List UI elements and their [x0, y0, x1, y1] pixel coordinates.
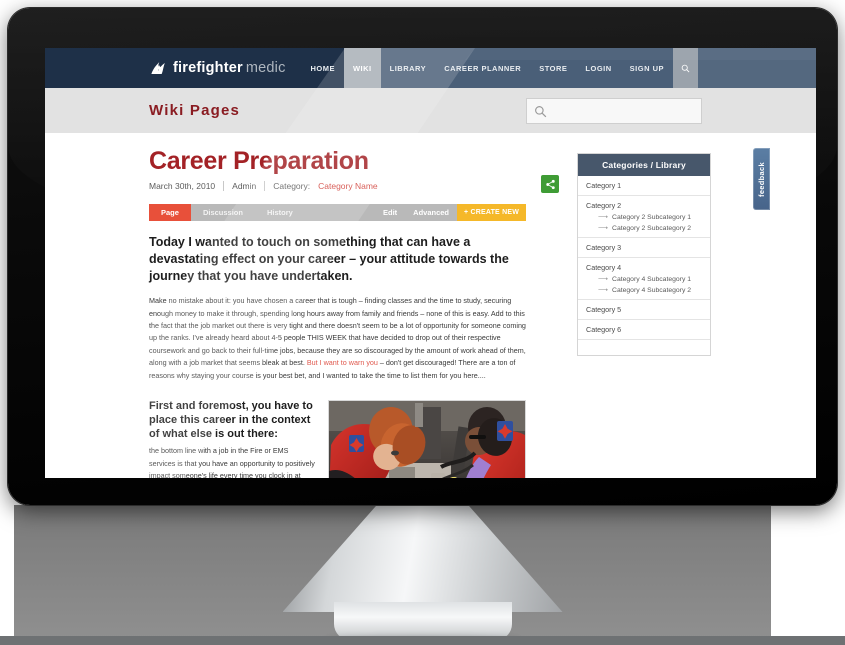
feedback-tab[interactable]: feedback: [753, 148, 770, 210]
tab-discussion[interactable]: Discussion: [191, 204, 255, 221]
article-lower-section: First and foremost, you have to place th…: [149, 399, 526, 478]
sidebar-subitem-label: Category 4 Subcategory 1: [612, 275, 692, 283]
article-lower-text: First and foremost, you have to place th…: [149, 400, 316, 478]
arrow-right-icon: ⟶: [598, 214, 609, 221]
sidebar-category-label: Category 3: [586, 243, 622, 252]
article: Career Preparation March 30th, 2010 Admi…: [149, 147, 559, 478]
nav-trailing-area: [698, 48, 816, 88]
categories-sidebar: Categories / Library Category 1 Category…: [577, 153, 711, 356]
sidebar-subitem[interactable]: ⟶ Category 2 Subcategory 2: [586, 221, 702, 233]
edit-button[interactable]: Edit: [375, 204, 405, 221]
article-meta: March 30th, 2010 Admin Category: Categor…: [149, 181, 526, 191]
tab-history[interactable]: History: [255, 204, 305, 221]
sidebar-category-label: Category 2: [586, 201, 622, 210]
section-body: the bottom line with a job in the Fire o…: [149, 446, 315, 478]
sidebar-category-label: Category 4: [586, 263, 622, 272]
monitor-stand-foot: [333, 602, 512, 640]
share-button[interactable]: [541, 175, 559, 193]
article-lede: Today I wanted to touch on something tha…: [149, 235, 509, 283]
create-new-button[interactable]: + CREATE NEW: [457, 204, 526, 221]
nav-item-library[interactable]: LIBRARY: [380, 48, 436, 88]
ems-responders-photo: [329, 400, 525, 478]
tab-page[interactable]: Page: [149, 204, 191, 221]
article-paragraph-1: Make no mistake about it: you have chose…: [149, 295, 526, 382]
sidebar-subitem[interactable]: ⟶ Category 4 Subcategory 2: [586, 283, 702, 295]
article-title: Career Preparation: [149, 147, 369, 175]
page-subheader: Wiki Pages: [45, 88, 816, 133]
screen-viewport: firefighter medic HOME WIKI LIBRARY CAREE…: [45, 48, 816, 478]
sidebar-heading: Categories / Library: [578, 154, 710, 176]
sidebar-subitem-label: Category 4 Subcategory 2: [612, 286, 692, 294]
sidebar-item-category-3[interactable]: Category 3: [578, 238, 710, 258]
search-icon: [535, 105, 547, 117]
sidebar-item-category-4[interactable]: Category 4 ⟶ Category 4 Subcategory 1 ⟶ …: [578, 258, 710, 300]
sidebar-item-category-6[interactable]: Category 6: [578, 320, 710, 340]
magnifier-icon: [681, 64, 690, 72]
sidebar-category-label: Category 6: [586, 325, 622, 334]
flame-maltese-cross-icon: [151, 61, 165, 74]
logo-word-medic: medic: [245, 59, 286, 76]
sidebar-subitem[interactable]: ⟶ Category 4 Subcategory 1: [586, 272, 702, 284]
site-header: firefighter medic HOME WIKI LIBRARY CAREE…: [45, 48, 816, 88]
sidebar-subitem[interactable]: ⟶ Category 2 Subcategory 1: [586, 210, 702, 222]
article-date: March 30th, 2010: [149, 181, 216, 191]
arrow-right-icon: ⟶: [598, 225, 609, 232]
nav-item-career-planner[interactable]: CAREER PLANNER: [435, 48, 531, 88]
sidebar-item-category-2[interactable]: Category 2 ⟶ Category 2 Subcategory 1 ⟶ …: [578, 196, 710, 238]
article-category-label: Category:: [264, 181, 318, 191]
monitor-bezel: firefighter medic HOME WIKI LIBRARY CAREE…: [8, 8, 837, 505]
sidebar-category-label: Category 1: [586, 181, 622, 190]
main-navigation: HOME WIKI LIBRARY CAREER PLANNER STORE L…: [301, 48, 816, 88]
page-title: Wiki Pages: [149, 102, 241, 119]
sidebar-footer-row: [578, 340, 710, 355]
paragraph-1-warning-link[interactable]: But I want to warn you: [307, 358, 378, 367]
page-body: Career Preparation March 30th, 2010 Admi…: [45, 133, 816, 478]
section-heading: First and foremost, you have to place th…: [149, 399, 313, 440]
paragraph-1-part-a: Make no mistake about it: you have chose…: [149, 296, 526, 368]
share-nodes-icon: [545, 179, 555, 189]
site-logo[interactable]: firefighter medic: [45, 48, 286, 88]
monitor-mockup: firefighter medic HOME WIKI LIBRARY CAREE…: [0, 0, 845, 645]
article-photo: [328, 399, 526, 478]
sidebar-item-category-1[interactable]: Category 1: [578, 176, 710, 196]
arrow-right-icon: ⟶: [598, 287, 609, 294]
nav-search-button[interactable]: [673, 48, 698, 88]
nav-item-wiki[interactable]: WIKI: [343, 48, 381, 88]
article-category-link[interactable]: Category Name: [318, 181, 378, 191]
desk-surface-line: [0, 636, 845, 645]
search-input[interactable]: [547, 98, 701, 124]
tabbar-spacer: [305, 204, 375, 221]
logo-word-firefighter: firefighter: [173, 59, 243, 76]
logo-wordmark: firefighter medic: [173, 61, 286, 76]
sidebar-subitem-label: Category 2 Subcategory 1: [612, 213, 692, 221]
nav-item-login[interactable]: LOGIN: [576, 48, 621, 88]
advanced-button[interactable]: Advanced: [405, 204, 457, 221]
sidebar-item-category-5[interactable]: Category 5: [578, 300, 710, 320]
article-author: Admin: [223, 181, 264, 191]
nav-item-home[interactable]: HOME: [301, 48, 344, 88]
nav-item-signup[interactable]: SIGN UP: [620, 48, 673, 88]
sidebar-subitem-label: Category 2 Subcategory 2: [612, 224, 692, 232]
feedback-label: feedback: [757, 161, 767, 197]
article-tabbar: Page Discussion History Edit Advanced + …: [149, 204, 526, 221]
arrow-right-icon: ⟶: [598, 276, 609, 283]
search-box[interactable]: [526, 98, 702, 124]
sidebar-category-label: Category 5: [586, 305, 622, 314]
nav-item-store[interactable]: STORE: [530, 48, 577, 88]
